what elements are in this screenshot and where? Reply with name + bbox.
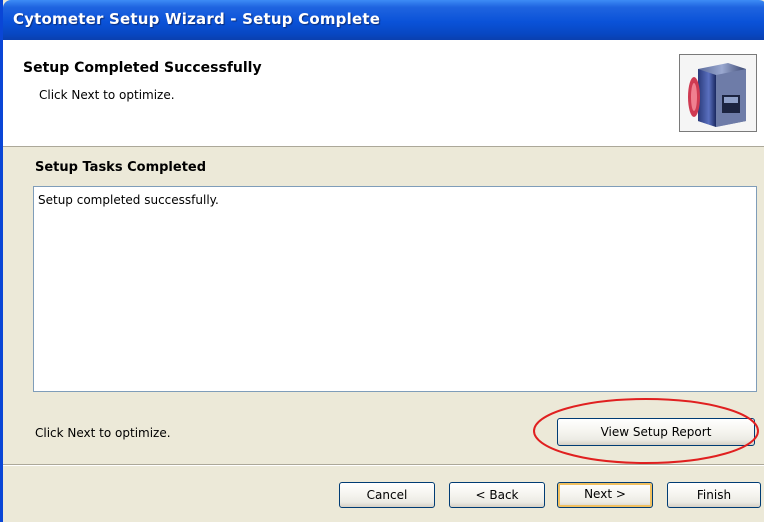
back-label: < Back [475,488,519,502]
footer-separator [3,464,764,466]
wizard-window: Cytometer Setup Wizard - Setup Complete … [0,0,764,522]
next-button[interactable]: Next > [557,482,653,508]
view-setup-report-label: View Setup Report [600,425,712,439]
section-title: Setup Tasks Completed [35,160,207,175]
finish-button[interactable]: Finish [667,482,761,508]
next-label: Next > [584,487,626,501]
finish-label: Finish [696,488,732,502]
setup-log-text: Setup completed successfully. [38,193,219,207]
header-heading: Setup Completed Successfully [23,60,262,76]
back-button[interactable]: < Back [449,482,545,508]
cytometer-instrument-icon [679,54,757,132]
cancel-label: Cancel [366,488,408,502]
window-title: Cytometer Setup Wizard - Setup Complete [13,10,381,28]
title-bar[interactable]: Cytometer Setup Wizard - Setup Complete [3,0,764,40]
cancel-button[interactable]: Cancel [339,482,435,508]
header-subheading: Click Next to optimize. [39,88,175,102]
view-setup-report-button[interactable]: View Setup Report [557,418,755,446]
footer-note: Click Next to optimize. [35,426,171,440]
wizard-header: Setup Completed Successfully Click Next … [3,40,764,147]
setup-log-textbox[interactable]: Setup completed successfully. [33,186,757,392]
